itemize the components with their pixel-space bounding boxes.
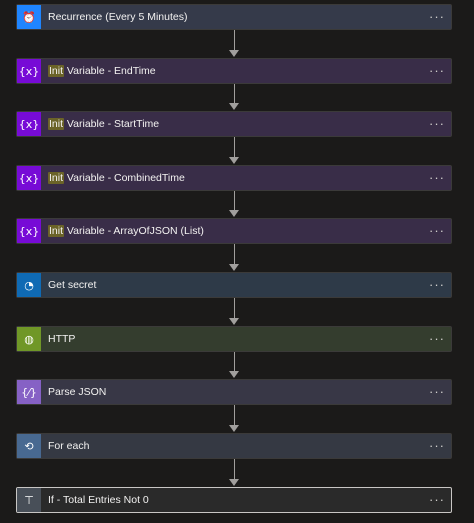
alarm-clock-icon: ⏰	[17, 5, 41, 29]
more-options-button[interactable]: ···	[429, 332, 445, 345]
arrow-down-icon	[229, 157, 239, 164]
step-title: Parse JSON	[48, 386, 107, 398]
arrow-down-icon	[229, 264, 239, 271]
step-title-rest: Variable - ArrayOfJSON (List)	[64, 225, 204, 237]
init-highlight: Init	[48, 65, 65, 77]
connector-line	[234, 84, 235, 104]
condition-icon: ⊤	[17, 488, 41, 512]
key-vault-icon: ◔	[17, 273, 41, 297]
arrow-down-icon	[229, 50, 239, 57]
arrow-down-icon	[229, 371, 239, 378]
more-options-button[interactable]: ···	[429, 278, 445, 291]
connector-line	[234, 298, 235, 319]
step-title-rest: Variable - CombinedTime	[64, 172, 185, 184]
connector-line	[234, 405, 235, 426]
variable-icon: {x}	[17, 112, 41, 136]
arrow-down-icon	[229, 479, 239, 486]
step-init-variable-starttime[interactable]: {x} Init Variable - StartTime ···	[16, 111, 452, 137]
step-parse-json[interactable]: {⁄} Parse JSON ···	[16, 379, 452, 405]
step-recurrence[interactable]: ⏰ Recurrence (Every 5 Minutes) ···	[16, 4, 452, 30]
connector-line	[234, 30, 235, 51]
arrow-down-icon	[229, 425, 239, 432]
more-options-button[interactable]: ···	[429, 10, 445, 23]
variable-icon: {x}	[17, 219, 41, 243]
more-options-button[interactable]: ···	[429, 385, 445, 398]
arrow-down-icon	[229, 210, 239, 217]
more-options-button[interactable]: ···	[429, 117, 445, 130]
loop-icon: ⟲	[17, 434, 41, 458]
more-options-button[interactable]: ···	[429, 439, 445, 452]
step-title: Get secret	[48, 279, 97, 291]
connector-line	[234, 137, 235, 158]
connector-line	[234, 244, 235, 265]
step-get-secret[interactable]: ◔ Get secret ···	[16, 272, 452, 298]
init-highlight: Init	[48, 172, 65, 184]
json-icon: {⁄}	[17, 380, 41, 404]
step-title: Init Variable - StartTime	[48, 118, 159, 130]
step-title-rest: Variable - StartTime	[64, 118, 160, 130]
step-init-variable-arrayofjson[interactable]: {x} Init Variable - ArrayOfJSON (List) ·…	[16, 218, 452, 244]
step-title: Init Variable - EndTime	[48, 65, 156, 77]
more-options-button[interactable]: ···	[429, 171, 445, 184]
arrow-down-icon	[229, 318, 239, 325]
step-http[interactable]: ◍ HTTP ···	[16, 326, 452, 352]
step-init-variable-combinedtime[interactable]: {x} Init Variable - CombinedTime ···	[16, 165, 452, 191]
step-title: Init Variable - ArrayOfJSON (List)	[48, 225, 204, 237]
more-options-button[interactable]: ···	[429, 493, 445, 506]
variable-icon: {x}	[17, 166, 41, 190]
step-title: Recurrence (Every 5 Minutes)	[48, 11, 188, 23]
arrow-down-icon	[229, 103, 239, 110]
step-init-variable-endtime[interactable]: {x} Init Variable - EndTime ···	[16, 58, 452, 84]
variable-icon: {x}	[17, 59, 41, 83]
step-for-each[interactable]: ⟲ For each ···	[16, 433, 452, 459]
more-options-button[interactable]: ···	[429, 224, 445, 237]
step-title: For each	[48, 440, 90, 452]
connector-line	[234, 459, 235, 480]
step-title-rest: Variable - EndTime	[64, 65, 156, 77]
logic-app-designer-canvas: ⏰ Recurrence (Every 5 Minutes) ··· {x} I…	[0, 0, 474, 523]
init-highlight: Init	[48, 118, 65, 130]
connector-line	[234, 191, 235, 211]
step-title: If - Total Entries Not 0	[48, 494, 149, 506]
init-highlight: Init	[48, 225, 65, 237]
more-options-button[interactable]: ···	[429, 64, 445, 77]
step-if-total-entries[interactable]: ⊤ If - Total Entries Not 0 ···	[16, 487, 452, 513]
step-title: Init Variable - CombinedTime	[48, 172, 185, 184]
globe-icon: ◍	[17, 327, 41, 351]
step-title: HTTP	[48, 333, 76, 345]
connector-line	[234, 352, 235, 372]
